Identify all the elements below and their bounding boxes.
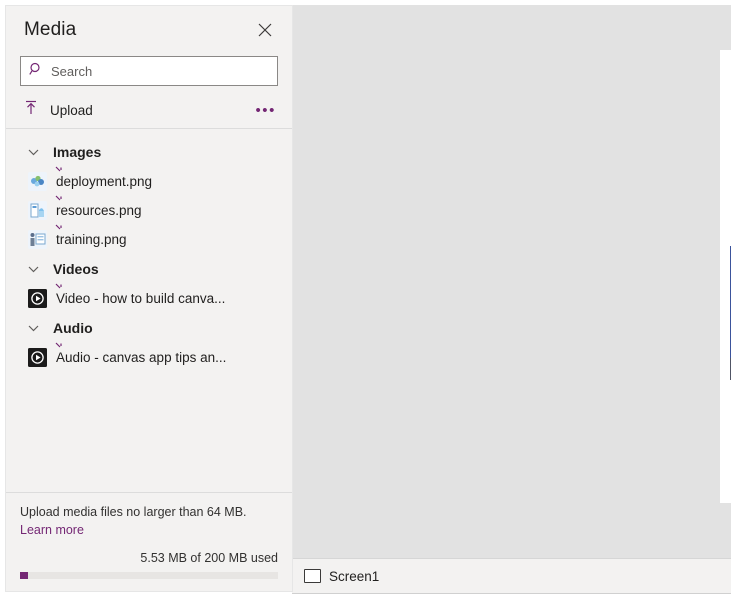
screen-tab-bar: Screen1: [292, 558, 731, 594]
file-name: Video - how to build canva...: [56, 291, 225, 306]
image-thumbnail-icon: [28, 172, 47, 191]
learn-more-link[interactable]: Learn more: [20, 523, 84, 537]
search-placeholder: Search: [51, 64, 92, 79]
group-header-audio[interactable]: Audio: [6, 313, 292, 343]
power-apps-media-screen: 1 2 3: [0, 0, 731, 606]
group-label: Videos: [53, 261, 99, 277]
new-item-marker-icon: [54, 339, 66, 357]
image-thumbnail-icon: [28, 201, 47, 220]
media-play-icon: [28, 289, 47, 308]
group-header-images[interactable]: Images: [6, 137, 292, 167]
list-item[interactable]: Video - how to build canva...: [6, 284, 292, 313]
group-label: Images: [53, 144, 101, 160]
new-item-marker-icon: [54, 163, 66, 181]
list-item[interactable]: resources.png: [6, 196, 292, 225]
search-icon: [29, 62, 43, 81]
search-container: Search: [6, 54, 292, 86]
upload-row: Upload •••: [6, 92, 292, 129]
upload-limit-note: Upload media files no larger than 64 MB.: [20, 503, 278, 521]
group-header-videos[interactable]: Videos: [6, 254, 292, 284]
list-item[interactable]: deployment.png: [6, 167, 292, 196]
media-list: Images deployment.png: [6, 129, 292, 492]
storage-progress-bar: [20, 572, 278, 579]
new-item-marker-icon: [54, 280, 66, 298]
media-panel: Media Search: [5, 5, 293, 592]
chevron-down-icon: [28, 143, 39, 161]
upload-label: Upload: [50, 103, 93, 118]
chevron-down-icon: [28, 260, 39, 278]
media-panel-header: Media: [6, 6, 292, 54]
file-name: deployment.png: [56, 174, 152, 189]
media-panel-footer: Upload media files no larger than 64 MB.…: [6, 492, 292, 591]
file-name: training.png: [56, 232, 127, 247]
storage-progress-fill: [20, 572, 28, 579]
more-options-icon[interactable]: •••: [255, 103, 276, 118]
new-item-marker-icon: [54, 192, 66, 210]
upload-arrow-icon: [24, 100, 38, 120]
screen-tab-label: Screen1: [329, 569, 379, 584]
file-name: Audio - canvas app tips an...: [56, 350, 226, 365]
screen-tab-screen1[interactable]: Screen1: [292, 559, 391, 593]
media-play-icon: [28, 348, 47, 367]
list-item[interactable]: Audio - canvas app tips an...: [6, 343, 292, 372]
image-thumbnail-icon: [28, 230, 47, 249]
close-icon[interactable]: [252, 17, 278, 43]
search-input[interactable]: Search: [20, 56, 278, 86]
app-canvas[interactable]: 1 2 3: [720, 50, 731, 503]
list-item[interactable]: training.png: [6, 225, 292, 254]
new-item-marker-icon: [54, 221, 66, 239]
group-label: Audio: [53, 320, 93, 336]
screen-rectangle-icon: [304, 569, 321, 583]
file-name: resources.png: [56, 203, 142, 218]
chevron-down-icon: [28, 319, 39, 337]
storage-usage-label: 5.53 MB of 200 MB used: [20, 551, 278, 565]
canvas-workspace: 1 2 3: [292, 5, 731, 558]
panel-title: Media: [24, 19, 76, 41]
upload-button[interactable]: Upload: [24, 100, 93, 120]
